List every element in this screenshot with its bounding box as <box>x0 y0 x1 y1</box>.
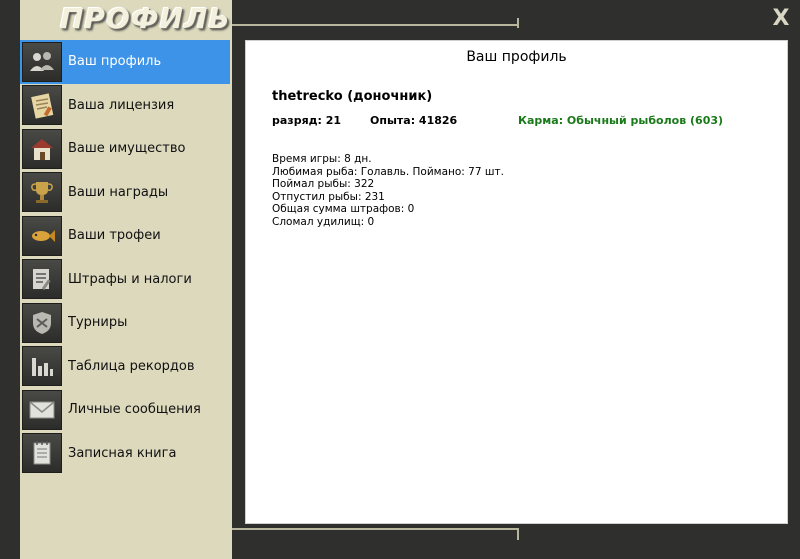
panel-title: Ваш профиль <box>466 49 567 65</box>
sidebar-item-trophies[interactable]: Ваши трофеи <box>20 214 230 258</box>
profile-window: ПРОФИЛЬ X Ваш профиль Ваша лицензия Ваше… <box>0 0 800 559</box>
sidebar-item-label: Ваши трофеи <box>68 228 161 244</box>
sidebar-item-label: Таблица рекордов <box>68 358 195 374</box>
sidebar-item-label: Записная книга <box>68 445 177 461</box>
trophy-icon <box>22 172 62 213</box>
license-icon <box>22 85 62 126</box>
sidebar-item-records[interactable]: Таблица рекордов <box>20 345 230 389</box>
detail-caught: Поймал рыбы: 322 <box>272 178 375 190</box>
sidebar-item-label: Ваша лицензия <box>68 97 175 113</box>
detail-fines-total: Общая сумма штрафов: 0 <box>272 203 415 215</box>
sidebar-item-profile[interactable]: Ваш профиль <box>20 40 230 84</box>
sidebar-menu: Ваш профиль Ваша лицензия Ваше имущество… <box>20 40 230 475</box>
fines-icon <box>22 259 62 300</box>
notebook-icon <box>22 433 62 474</box>
tournament-icon <box>22 302 62 343</box>
frame-divider-top-tick <box>517 18 519 28</box>
frame-divider-bottom-tick <box>517 528 519 540</box>
frame-divider-bottom <box>232 528 519 530</box>
detail-broken-rods: Сломал удилищ: 0 <box>272 215 375 228</box>
envelope-icon <box>22 389 62 430</box>
sidebar-item-property[interactable]: Ваше имущество <box>20 127 230 171</box>
username: thetrecko (доночник) <box>272 89 433 104</box>
experience-value: Опыта: 41826 <box>370 114 458 127</box>
detail-favorite-fish: Любимая рыба: Голавль. Поймано: 77 шт. <box>272 165 504 178</box>
karma-value: Карма: Обычный рыболов (603) <box>518 114 724 127</box>
close-button[interactable]: X <box>770 8 792 30</box>
sidebar-item-label: Ваши награды <box>68 184 169 200</box>
fish-trophy-icon <box>22 215 62 256</box>
left-edge <box>0 0 20 559</box>
house-icon <box>22 128 62 169</box>
detail-play-time: Время игры: 8 дн. <box>272 153 372 165</box>
sidebar-item-license[interactable]: Ваша лицензия <box>20 84 230 128</box>
window-title: ПРОФИЛЬ <box>60 2 231 35</box>
sidebar-item-tournaments[interactable]: Турниры <box>20 301 230 345</box>
records-chart-icon <box>22 346 62 387</box>
sidebar-item-label: Личные сообщения <box>68 402 201 418</box>
sidebar-item-label: Штрафы и налоги <box>68 271 192 287</box>
sidebar-item-label: Ваш профиль <box>68 54 162 70</box>
sidebar-item-awards[interactable]: Ваши награды <box>20 171 230 215</box>
sidebar-item-notebook[interactable]: Записная книга <box>20 432 230 476</box>
rank-value: разряд: 21 <box>272 114 342 127</box>
sidebar-item-label: Турниры <box>68 315 128 331</box>
title-bar-dark <box>232 0 800 36</box>
profile-panel: Ваш профиль thetrecko (доночник) разряд:… <box>245 40 788 524</box>
sidebar-item-label: Ваше имущество <box>68 141 186 157</box>
detail-released: Отпустил рыбы: 231 <box>272 190 385 203</box>
sidebar-item-messages[interactable]: Личные сообщения <box>20 388 230 432</box>
users-icon <box>22 41 62 82</box>
sidebar-item-fines[interactable]: Штрафы и налоги <box>20 258 230 302</box>
frame-divider-top <box>232 24 519 26</box>
profile-details: Время игры: 8 дн. Любимая рыба: Голавль.… <box>272 153 504 228</box>
